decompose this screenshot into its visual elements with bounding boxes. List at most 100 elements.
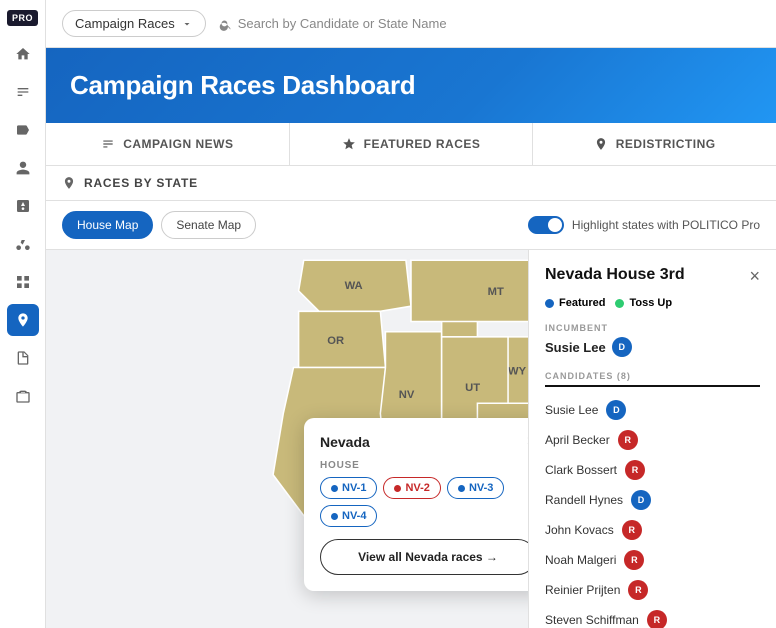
nv1-pill[interactable]: NV-1 — [320, 477, 377, 499]
pro-logo: PRO — [7, 10, 38, 26]
map-container: WA OR CA NV ID MT — [46, 250, 776, 628]
candidate-7-party: R — [647, 610, 667, 628]
candidate-6-name: Reinier Prijten — [545, 583, 620, 597]
candidate-0-name: Susie Lee — [545, 403, 598, 417]
svg-text:WA: WA — [345, 280, 363, 292]
svg-text:WY: WY — [508, 366, 527, 378]
candidate-3-name: Randell Hynes — [545, 493, 623, 507]
news-icon[interactable] — [7, 76, 39, 108]
candidate-row-6: Reinier Prijten R — [545, 575, 760, 605]
incumbent-row: Susie Lee D — [545, 337, 760, 357]
featured-dot — [545, 299, 554, 308]
candidate-0-party: D — [606, 400, 626, 420]
candidate-row-1: April Becker R — [545, 425, 760, 455]
tab-campaign-news-label: CAMPAIGN NEWS — [123, 137, 233, 151]
svg-text:UT: UT — [465, 382, 480, 394]
svg-text:NV: NV — [399, 389, 415, 401]
candidate-2-party: R — [625, 460, 645, 480]
dropdown-label: Campaign Races — [75, 16, 175, 31]
stats-icon[interactable] — [7, 190, 39, 222]
candidate-4-name: John Kovacs — [545, 523, 614, 537]
tab-redistricting[interactable]: REDISTRICTING — [533, 123, 776, 165]
svg-text:MT: MT — [488, 286, 504, 298]
detail-close-btn[interactable]: × — [749, 266, 760, 287]
home-icon[interactable] — [7, 38, 39, 70]
house-map-btn[interactable]: House Map — [62, 211, 153, 239]
nv4-label: NV-4 — [342, 510, 366, 522]
person-icon[interactable] — [7, 152, 39, 184]
bike-icon[interactable] — [7, 228, 39, 260]
candidate-row-7: Steven Schiffman R — [545, 605, 760, 628]
view-all-nevada-btn[interactable]: View all Nevada races → — [320, 539, 536, 575]
candidates-section-label: CANDIDATES (8) — [545, 371, 760, 387]
detail-header: Nevada House 3rd × — [545, 266, 760, 287]
candidate-7-name: Steven Schiffman — [545, 613, 639, 627]
hero-banner: Campaign Races Dashboard — [46, 48, 776, 123]
tag-icon[interactable] — [7, 114, 39, 146]
senate-map-btn[interactable]: Senate Map — [161, 211, 256, 239]
candidate-row-0: Susie Lee D — [545, 395, 760, 425]
map-icon[interactable] — [7, 304, 39, 336]
tab-redistricting-label: REDISTRICTING — [616, 137, 716, 151]
candidate-5-name: Noah Malgeri — [545, 553, 616, 567]
nv1-label: NV-1 — [342, 482, 366, 494]
candidate-2-name: Clark Bossert — [545, 463, 617, 477]
detail-badges: Featured Toss Up — [545, 297, 760, 309]
candidate-row-4: John Kovacs R — [545, 515, 760, 545]
nevada-popup-title: Nevada — [320, 434, 370, 450]
candidate-row-3: Randell Hynes D — [545, 485, 760, 515]
candidate-4-party: R — [622, 520, 642, 540]
archive-icon[interactable] — [7, 380, 39, 412]
races-header-label: RACES BY STATE — [84, 176, 198, 190]
highlight-toggle[interactable] — [528, 216, 564, 234]
highlight-label: Highlight states with POLITICO Pro — [572, 218, 760, 232]
document-icon[interactable] — [7, 342, 39, 374]
candidate-row-5: Noah Malgeri R — [545, 545, 760, 575]
detail-title: Nevada House 3rd — [545, 266, 685, 284]
nv2-label: NV-2 — [405, 482, 429, 494]
svg-text:OR: OR — [327, 335, 344, 347]
nevada-popup: Nevada × HOUSE NV-1 NV-2 — [304, 418, 552, 591]
highlight-toggle-row: Highlight states with POLITICO Pro — [528, 216, 760, 234]
nevada-house-pills: NV-1 NV-2 NV-3 NV-4 — [320, 477, 536, 527]
nv3-pill[interactable]: NV-3 — [447, 477, 504, 499]
candidate-5-party: R — [624, 550, 644, 570]
nv3-label: NV-3 — [469, 482, 493, 494]
search-bar[interactable]: Search by Candidate or State Name — [218, 16, 447, 31]
map-controls: House Map Senate Map Highlight states wi… — [46, 201, 776, 250]
nv3-dot — [458, 485, 465, 492]
tossup-label: Toss Up — [629, 297, 672, 309]
races-section: RACES BY STATE House Map Senate Map High… — [46, 166, 776, 628]
candidate-3-party: D — [631, 490, 651, 510]
nv2-dot — [394, 485, 401, 492]
tab-featured-races-label: FEATURED RACES — [364, 137, 481, 151]
nv4-dot — [331, 513, 338, 520]
incumbent-name-text: Susie Lee — [545, 340, 606, 355]
search-placeholder: Search by Candidate or State Name — [238, 16, 447, 31]
candidate-1-party: R — [618, 430, 638, 450]
nv1-dot — [331, 485, 338, 492]
topbar: Campaign Races Search by Candidate or St… — [46, 0, 776, 48]
candidate-row-2: Clark Bossert R — [545, 455, 760, 485]
featured-label: Featured — [559, 297, 605, 309]
race-detail-panel: Nevada House 3rd × Featured Toss Up — [528, 250, 776, 628]
featured-badge: Featured — [545, 297, 605, 309]
main-content: Campaign Races Search by Candidate or St… — [46, 0, 776, 628]
incumbent-party-badge: D — [612, 337, 632, 357]
incumbent-section-label: INCUMBENT — [545, 323, 760, 333]
campaign-races-dropdown[interactable]: Campaign Races — [62, 10, 206, 37]
nevada-popup-header: Nevada × — [320, 434, 536, 450]
nv4-pill[interactable]: NV-4 — [320, 505, 377, 527]
tab-bar: CAMPAIGN NEWS FEATURED RACES REDISTRICTI… — [46, 123, 776, 166]
races-header: RACES BY STATE — [46, 166, 776, 201]
candidate-6-party: R — [628, 580, 648, 600]
grid-icon[interactable] — [7, 266, 39, 298]
nevada-house-label: HOUSE — [320, 460, 536, 471]
candidate-1-name: April Becker — [545, 433, 610, 447]
sidebar: PRO — [0, 0, 46, 628]
tab-campaign-news[interactable]: CAMPAIGN NEWS — [46, 123, 290, 165]
hero-title: Campaign Races Dashboard — [70, 70, 752, 101]
tossup-dot — [615, 299, 624, 308]
nv2-pill[interactable]: NV-2 — [383, 477, 440, 499]
tab-featured-races[interactable]: FEATURED RACES — [290, 123, 534, 165]
